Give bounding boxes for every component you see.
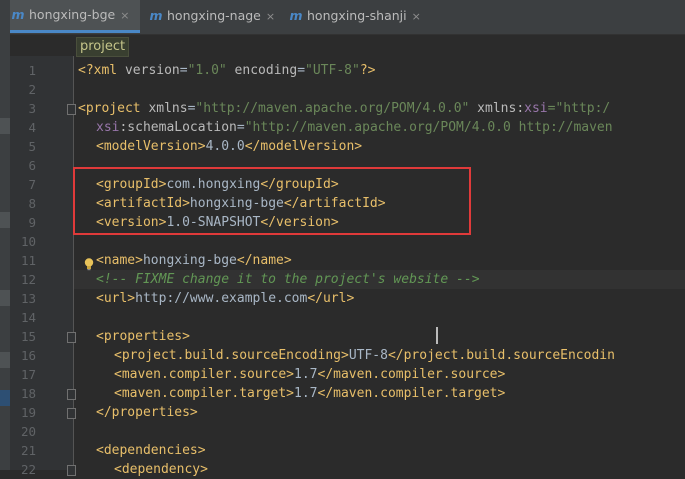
tab-label: hongxing-shanji: [307, 8, 407, 23]
line-number: 19: [20, 405, 36, 420]
close-icon[interactable]: ×: [120, 1, 129, 31]
line-number: 16: [20, 348, 36, 363]
annotation-highlight-box: [73, 167, 471, 235]
tool-window-stripe: [0, 0, 10, 470]
editor-tab-bar: m hongxing-bge × m hongxing-nage × m hongxing…: [10, 0, 685, 35]
line-number: 2: [28, 82, 36, 97]
code-editor[interactable]: <?xml version="1.0" encoding="UTF-8"?> <…: [75, 56, 685, 477]
code-line-17: <maven.compiler.source>1.7</maven.compil…: [114, 367, 506, 382]
maven-file-icon: m: [11, 7, 25, 22]
line-number: 20: [20, 424, 36, 439]
line-number: 11: [20, 253, 36, 268]
line-number: 4: [28, 120, 36, 135]
code-line-16: <project.build.sourceEncoding>UTF-8</pro…: [114, 348, 615, 363]
code-line-13: <url>http://www.example.com</url>: [96, 291, 355, 306]
close-icon[interactable]: ×: [412, 1, 421, 33]
text-caret: [436, 327, 438, 344]
lightbulb-icon[interactable]: [82, 257, 96, 271]
tab-label: hongxing-bge: [29, 7, 116, 22]
code-line-12: <!-- FIXME change it to the project's we…: [96, 272, 480, 287]
code-line-5: <modelVersion>4.0.0</modelVersion>: [96, 139, 363, 154]
line-number: 21: [20, 443, 36, 458]
stripe-marker[interactable]: [0, 290, 10, 306]
line-number: 10: [20, 234, 36, 249]
tab-hongxing-bge[interactable]: m hongxing-bge ×: [10, 0, 140, 33]
stripe-marker[interactable]: [0, 118, 10, 134]
code-line-1: <?xml version="1.0" encoding="UTF-8"?>: [78, 63, 376, 78]
line-number: 12: [20, 272, 36, 287]
breadcrumb[interactable]: project: [76, 37, 130, 57]
close-icon[interactable]: ×: [266, 1, 275, 33]
stripe-marker[interactable]: [0, 352, 10, 368]
code-line-18: <maven.compiler.target>1.7</maven.compil…: [114, 386, 506, 401]
code-line-21: <dependencies>: [96, 443, 206, 458]
line-number: 6: [28, 158, 36, 173]
line-number: 13: [20, 291, 36, 306]
line-number: 5: [28, 139, 36, 154]
line-number: 3: [28, 101, 36, 116]
code-line-19: </properties>: [96, 405, 198, 420]
stripe-marker[interactable]: [0, 212, 10, 228]
line-number: 15: [20, 329, 36, 344]
code-line-11: <name>hongxing-bge</name>: [96, 253, 292, 268]
tab-hongxing-shanji[interactable]: m hongxing-shanji ×: [288, 0, 428, 32]
tab-hongxing-nage[interactable]: m hongxing-nage ×: [148, 0, 280, 32]
line-number: 14: [20, 310, 36, 325]
maven-file-icon: m: [289, 8, 303, 23]
code-line-15: <properties>: [96, 329, 190, 344]
line-number: 18: [20, 386, 36, 401]
maven-file-icon: m: [149, 8, 163, 23]
line-number: 8: [28, 196, 36, 211]
tab-label: hongxing-nage: [167, 8, 261, 23]
line-number-gutter: 1 2 3 4 5 6 7 8 9 10 11 12 13 14 15 16 1…: [10, 56, 76, 477]
code-line-3: <project xmlns="http://maven.apache.org/…: [78, 101, 611, 116]
line-number: 9: [28, 215, 36, 230]
stripe-marker-selected[interactable]: [0, 390, 10, 406]
code-line-4: xsi:schemaLocation="http://maven.apache.…: [96, 120, 613, 135]
line-number: 1: [28, 63, 36, 78]
line-number: 17: [20, 367, 36, 382]
line-number: 7: [28, 177, 36, 192]
